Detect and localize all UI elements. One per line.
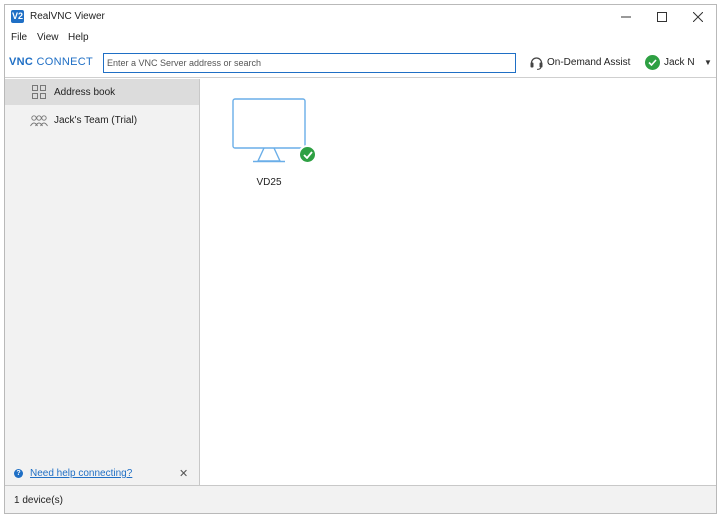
maximize-button[interactable] xyxy=(644,5,680,29)
device-grid: VD25 xyxy=(201,79,716,485)
sidebar-item-team[interactable]: Jack's Team (Trial) xyxy=(5,107,199,133)
realvnc-logo-icon: V2 xyxy=(11,10,24,23)
user-menu[interactable]: Jack N ▼ xyxy=(645,54,715,72)
menu-help[interactable]: Help xyxy=(68,32,89,43)
grid-icon xyxy=(32,85,46,99)
device-count: 1 device(s) xyxy=(14,495,63,506)
assist-label: On-Demand Assist xyxy=(547,57,631,68)
minimize-icon xyxy=(621,16,631,18)
app-window: V2 RealVNC Viewer File View Help VNC CON… xyxy=(4,4,717,514)
sidebar-item-address-book[interactable]: Address book xyxy=(5,79,199,105)
user-name: Jack N xyxy=(664,57,695,68)
device-name: VD25 xyxy=(256,177,282,188)
sidebar-item-label: Address book xyxy=(54,87,116,98)
brand-prefix: VNC xyxy=(9,56,34,68)
online-status-icon xyxy=(298,145,317,164)
sidebar: Address book Jack's Team (Trial) ? Need … xyxy=(5,79,200,485)
menu-view[interactable]: View xyxy=(37,32,59,43)
maximize-icon xyxy=(657,12,667,22)
title-bar: V2 RealVNC Viewer xyxy=(5,5,716,29)
window-title: RealVNC Viewer xyxy=(30,11,105,22)
menu-file[interactable]: File xyxy=(11,32,27,43)
toolbar: VNC CONNECT On-Demand Assist Jack N ▼ xyxy=(5,48,716,78)
device-tile[interactable]: VD25 xyxy=(231,97,317,188)
close-icon xyxy=(693,12,703,22)
close-button[interactable] xyxy=(680,5,716,29)
sidebar-item-label: Jack's Team (Trial) xyxy=(54,115,138,126)
vnc-connect-logo: VNC CONNECT xyxy=(9,56,93,68)
help-bar: ? Need help connecting? ✕ xyxy=(5,463,199,485)
chevron-down-icon: ▼ xyxy=(704,58,712,67)
minimize-button[interactable] xyxy=(608,5,644,29)
signed-in-check-icon xyxy=(645,55,660,70)
dismiss-help-button[interactable]: ✕ xyxy=(179,467,188,480)
brand-suffix: CONNECT xyxy=(36,56,93,68)
headset-icon xyxy=(530,57,543,70)
info-icon: ? xyxy=(14,469,23,478)
help-link[interactable]: Need help connecting? xyxy=(30,468,132,479)
team-icon xyxy=(30,115,48,127)
search-input[interactable] xyxy=(103,53,516,73)
status-bar: 1 device(s) xyxy=(5,485,716,513)
